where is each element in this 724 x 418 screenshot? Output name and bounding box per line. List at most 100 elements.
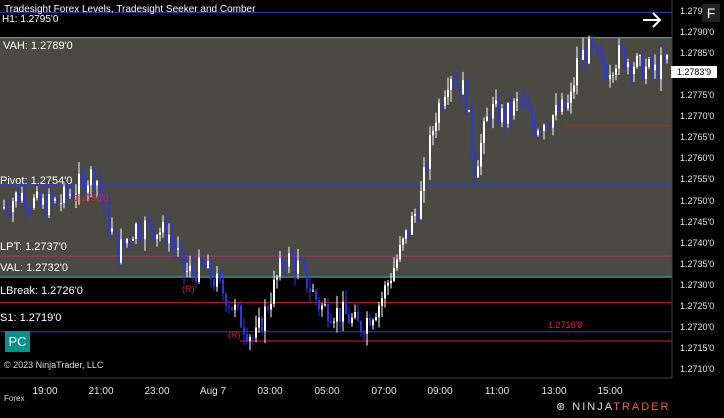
candle-body — [303, 261, 305, 267]
candle-body — [441, 102, 443, 107]
candle-body — [129, 238, 131, 241]
candle-body — [57, 198, 59, 204]
candle-body — [21, 192, 23, 201]
candle-body — [396, 259, 398, 269]
f-button[interactable]: F — [702, 4, 720, 22]
candle-body — [411, 216, 413, 235]
candle-body — [543, 124, 545, 131]
candle-body — [189, 265, 191, 272]
candle-body — [312, 290, 314, 292]
candle-body — [405, 230, 407, 239]
candle-body — [276, 276, 278, 280]
candle-body — [207, 260, 209, 269]
candle-body — [564, 99, 566, 109]
candle-body — [381, 298, 383, 306]
candle-body — [363, 332, 365, 334]
candle-body — [408, 230, 410, 235]
candle-body — [657, 64, 659, 79]
candle-body — [54, 198, 56, 201]
candle-body — [153, 230, 155, 239]
candle-body — [639, 55, 641, 57]
candle-body — [522, 99, 524, 101]
candle-body — [486, 116, 488, 122]
y-tick-label: 1.2790'0 — [680, 27, 715, 38]
level-label-val: VAL: 1.2732'0 — [0, 262, 68, 274]
candle-body — [309, 288, 311, 292]
candle-body — [204, 264, 206, 269]
x-tick-label: 07:00 — [371, 386, 397, 397]
candle-body — [246, 334, 248, 341]
candle-body — [651, 58, 653, 71]
candle-body — [195, 272, 197, 282]
candle-body — [423, 167, 425, 191]
price-chart[interactable] — [0, 0, 724, 418]
pc-button[interactable]: PC — [5, 331, 30, 352]
candle-body — [357, 312, 359, 322]
candle-body — [546, 124, 548, 128]
candle-body — [510, 102, 512, 116]
candle-body — [117, 233, 119, 263]
candle-body — [99, 181, 101, 193]
candle-body — [3, 206, 5, 209]
candle-body — [141, 236, 143, 240]
candle-body — [531, 108, 533, 122]
candle-body — [33, 197, 35, 208]
candle-body — [375, 317, 377, 321]
candle-body — [504, 108, 506, 124]
candle-body — [234, 304, 236, 310]
candle-body — [63, 186, 65, 203]
candle-body — [333, 321, 335, 323]
candle-body — [507, 102, 509, 124]
instrument-class: Forex — [4, 394, 25, 403]
candle-body — [339, 307, 341, 322]
candle-body — [255, 327, 257, 338]
candle-body — [627, 62, 629, 68]
candle-body — [24, 192, 26, 208]
chart-stage[interactable] — [0, 0, 724, 418]
candle-body — [78, 173, 80, 194]
candle-body — [600, 53, 602, 57]
candle-body — [258, 317, 260, 328]
y-tick-label: 1.2730'0 — [680, 279, 715, 290]
candle-body — [69, 194, 71, 196]
candle-body — [402, 238, 404, 245]
candle-body — [624, 49, 626, 68]
candle-body — [501, 108, 503, 123]
candle-body — [417, 214, 419, 219]
candle-body — [393, 268, 395, 281]
candle-body — [243, 327, 245, 335]
candle-body — [648, 58, 650, 67]
x-tick-label: 15:00 — [597, 386, 623, 397]
candle-body — [165, 221, 167, 244]
candle-body — [456, 83, 458, 85]
candle-body — [90, 169, 92, 186]
candle-body — [429, 135, 431, 170]
candle-body — [447, 89, 449, 97]
candle-body — [30, 207, 32, 209]
x-tick-label: 09:00 — [427, 386, 453, 397]
candle-body — [240, 305, 242, 328]
candle-body — [516, 98, 518, 101]
candle-body — [198, 257, 200, 282]
candle-body — [534, 121, 536, 135]
candle-body — [279, 258, 281, 277]
candle-body — [96, 181, 98, 186]
candle-body — [432, 130, 434, 136]
x-tick-label: 05:00 — [314, 386, 340, 397]
candle-body — [645, 66, 647, 79]
candle-body — [483, 121, 485, 143]
candle-body — [192, 265, 194, 273]
candle-body — [588, 38, 590, 64]
candle-body — [159, 232, 161, 235]
candle-body — [9, 210, 11, 213]
candle-body — [48, 194, 50, 216]
y-tick-label: 1.2770'0 — [680, 111, 715, 122]
candle-body — [27, 207, 29, 209]
arrow-right-icon[interactable] — [640, 8, 664, 32]
candle-body — [492, 104, 494, 119]
candle-body — [519, 98, 521, 100]
candle-body — [138, 223, 140, 237]
level-label-pivot: Pivot: 1.2754'0 — [0, 175, 73, 187]
level-label-lbreak: LBreak: 1.2726'0 — [0, 285, 83, 297]
candle-body — [18, 192, 20, 201]
